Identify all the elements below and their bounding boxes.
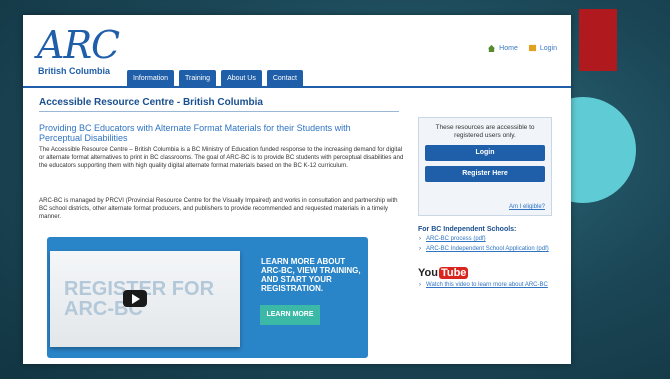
home-link-label: Home — [499, 44, 518, 52]
registered-users-note: These resources are accessible to regist… — [435, 124, 535, 139]
youtube-logo: You Tube — [418, 267, 552, 279]
nav-tab-about-us[interactable]: About Us — [221, 70, 262, 88]
nav-tab-information[interactable]: Information — [127, 70, 175, 88]
eligible-link[interactable]: Am I eligible? — [509, 204, 545, 210]
independent-schools-heading: For BC Independent Schools: — [418, 226, 517, 233]
decorative-red-rectangle — [579, 9, 617, 71]
section-title: Providing BC Educators with Alternate Fo… — [39, 123, 351, 143]
login-box: These resources are accessible to regist… — [418, 117, 552, 216]
application-pdf-link[interactable]: ARC-BC Independent School Application (p… — [418, 246, 552, 253]
home-icon — [488, 44, 496, 52]
youtube-tube: Tube — [438, 267, 469, 279]
login-button[interactable]: Login — [425, 145, 545, 161]
youtube-you: You — [418, 267, 438, 279]
promo-banner[interactable]: REGISTER FOR ARC-BC LEARN MORE ABOUT ARC… — [47, 237, 368, 358]
sidebar: These resources are accessible to regist… — [418, 117, 552, 289]
banner-headline: LEARN MORE ABOUT ARC-BC, VIEW TRAINING, … — [261, 257, 361, 293]
learn-more-button[interactable]: LEARN MORE — [260, 305, 320, 325]
nav-tab-contact[interactable]: Contact — [266, 70, 303, 88]
video-link[interactable]: Watch this video to learn more about ARC… — [418, 282, 552, 289]
nav-tab-training[interactable]: Training — [179, 70, 217, 88]
register-text: REGISTER FOR ARC-BC — [64, 278, 215, 320]
login-icon — [528, 44, 536, 52]
page-title: Accessible Resource Centre - British Col… — [39, 97, 263, 108]
process-pdf-link[interactable]: ARC-BC process (pdf) — [418, 236, 552, 243]
top-links: Home Login — [487, 44, 557, 52]
arc-logo[interactable]: ARC — [37, 25, 120, 65]
home-link[interactable]: Home — [487, 44, 518, 52]
play-icon[interactable] — [123, 290, 147, 307]
website-screenshot: ARC British Columbia Home Login Informat… — [23, 15, 571, 364]
management-paragraph: ARC-BC is managed by PRCVI (Provincial R… — [39, 197, 398, 220]
title-divider — [39, 111, 399, 112]
register-button[interactable]: Register Here — [425, 166, 545, 182]
main-nav: Information Training About Us Contact — [127, 70, 303, 88]
site-header: ARC British Columbia Home Login Informat… — [23, 15, 571, 88]
login-link[interactable]: Login — [528, 44, 557, 52]
logo-subtitle: British Columbia — [38, 66, 111, 76]
login-link-label: Login — [539, 44, 557, 52]
intro-paragraph: The Accessible Resource Centre – British… — [39, 146, 404, 169]
video-thumbnail[interactable]: REGISTER FOR ARC-BC — [50, 251, 240, 347]
